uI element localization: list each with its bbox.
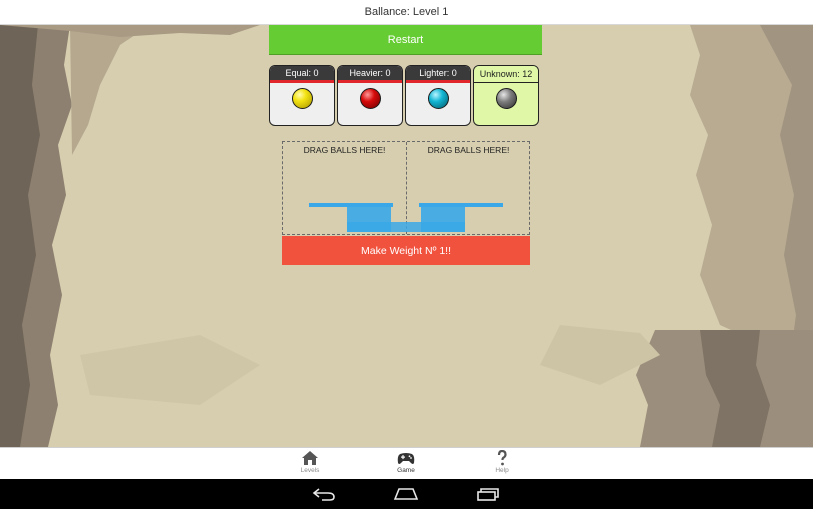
tab-help-label: Help [495,467,509,474]
grey-ball-icon[interactable] [496,88,517,109]
back-button[interactable] [309,485,339,503]
app-title: Ballance: Level 1 [364,6,449,18]
tab-levels-label: Levels [300,467,320,474]
bottom-tab-bar: Levels Game Help [0,447,813,480]
back-icon [312,488,335,501]
tab-game-label: Game [397,467,415,474]
game-stage: Restart Equal: 0 Heavier: 0 Lighter: 0 U… [0,25,813,447]
equal-count-label: Equal: 0 [270,66,334,83]
scale-pans-icon [309,203,503,232]
title-bar: Ballance: Level 1 [0,0,813,25]
unknown-card[interactable]: Unknown: 12 [473,65,539,126]
home-nav-icon [393,488,419,500]
tab-help[interactable]: Help [482,450,522,480]
home-icon [302,451,318,465]
recents-icon [477,488,499,501]
heavier-card[interactable]: Heavier: 0 [337,65,403,126]
restart-button[interactable]: Restart [269,25,542,54]
home-button[interactable] [391,485,421,503]
lighter-count-label: Lighter: 0 [406,66,470,83]
yellow-ball-icon[interactable] [292,88,313,109]
equal-card[interactable]: Equal: 0 [269,65,335,126]
ball-category-cards: Equal: 0 Heavier: 0 Lighter: 0 Unknown: … [269,65,539,126]
android-nav-bar [0,479,813,509]
lighter-card[interactable]: Lighter: 0 [405,65,471,126]
unknown-count-label: Unknown: 12 [474,66,538,83]
recents-button[interactable] [473,485,503,503]
gamepad-icon [397,453,415,464]
red-ball-icon[interactable] [360,88,381,109]
make-weight-button[interactable]: Make Weight Nº 1!! [282,236,530,265]
cyan-ball-icon[interactable] [428,88,449,109]
balance-scale: DRAG BALLS HERE! DRAG BALLS HERE! [282,141,530,235]
tab-game[interactable]: Game [386,450,426,480]
heavier-count-label: Heavier: 0 [338,66,402,83]
tab-levels[interactable]: Levels [290,450,330,480]
question-icon [497,450,507,466]
